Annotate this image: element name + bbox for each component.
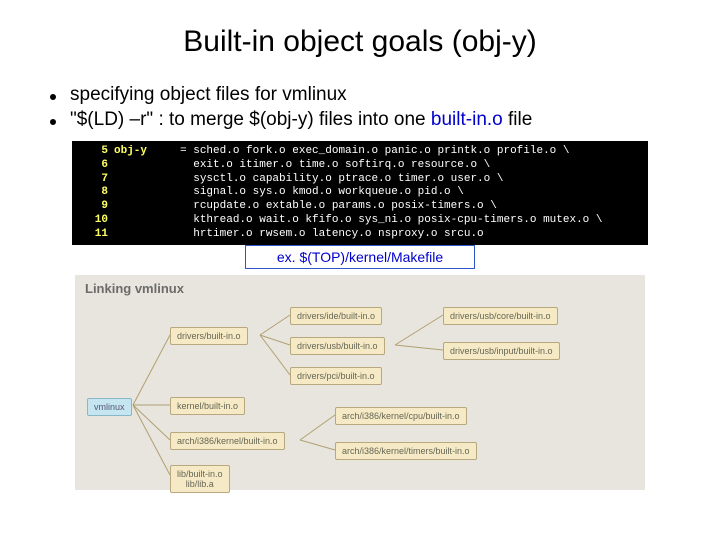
code-text: kthread.o wait.o kfifo.o sys_ni.o posix-… [114, 214, 602, 228]
code-linenum: 11 [80, 228, 114, 242]
code-linenum: 7 [80, 173, 114, 187]
code-linenum: 6 [80, 159, 114, 173]
bullet-item: "$(LD) –r" : to merge $(obj-y) files int… [40, 109, 680, 131]
node-lib-builtin: lib/built-in.o lib/lib.a [170, 465, 230, 493]
bullet-text: specifying object files for vmlinux [70, 84, 347, 106]
node-usb-input: drivers/usb/input/built-in.o [443, 342, 560, 360]
bullet-highlight: built-in.o [431, 109, 503, 130]
code-linenum: 5 [80, 145, 114, 159]
bullet-list: specifying object files for vmlinux "$(L… [40, 84, 680, 131]
bullet-text-post: file [503, 109, 533, 130]
code-linenum: 8 [80, 186, 114, 200]
node-drivers-builtin: drivers/built-in.o [170, 327, 248, 345]
bullet-dot-icon [50, 119, 56, 125]
node-vmlinux: vmlinux [87, 398, 132, 416]
code-text: obj-y = sched.o fork.o exec_domain.o pan… [114, 145, 569, 159]
node-arch-kernel-builtin: arch/i386/kernel/built-in.o [170, 432, 285, 450]
bullet-item: specifying object files for vmlinux [40, 84, 680, 106]
code-linenum: 9 [80, 200, 114, 214]
page-title: Built-in object goals (obj-y) [40, 25, 680, 59]
code-text: signal.o sys.o kmod.o workqueue.o pid.o … [114, 186, 464, 200]
node-drivers-pci: drivers/pci/built-in.o [290, 367, 382, 385]
node-arch-timers: arch/i386/kernel/timers/built-in.o [335, 442, 477, 460]
node-usb-core: drivers/usb/core/built-in.o [443, 307, 558, 325]
node-arch-cpu: arch/i386/kernel/cpu/built-in.o [335, 407, 467, 425]
linking-diagram: Linking vmlinux vmlinux drivers/built-in… [75, 275, 645, 490]
node-drivers-usb: drivers/usb/built-in.o [290, 337, 385, 355]
code-text: exit.o itimer.o time.o softirq.o resourc… [114, 159, 490, 173]
node-drivers-ide: drivers/ide/built-in.o [290, 307, 382, 325]
code-keyword: obj-y [114, 145, 147, 157]
code-linenum: 10 [80, 214, 114, 228]
bullet-dot-icon [50, 94, 56, 100]
code-text: rcupdate.o extable.o params.o posix-time… [114, 200, 497, 214]
bullet-text-pre: "$(LD) –r" : to merge $(obj-y) files int… [70, 109, 431, 130]
code-text: hrtimer.o rwsem.o latency.o nsproxy.o sr… [114, 228, 484, 242]
code-text: sysctl.o capability.o ptrace.o timer.o u… [114, 173, 503, 187]
bullet-text: "$(LD) –r" : to merge $(obj-y) files int… [70, 109, 532, 131]
code-block: 5obj-y = sched.o fork.o exec_domain.o pa… [72, 141, 648, 245]
code-caption: ex. $(TOP)/kernel/Makefile [245, 245, 475, 269]
node-kernel-builtin: kernel/built-in.o [170, 397, 245, 415]
